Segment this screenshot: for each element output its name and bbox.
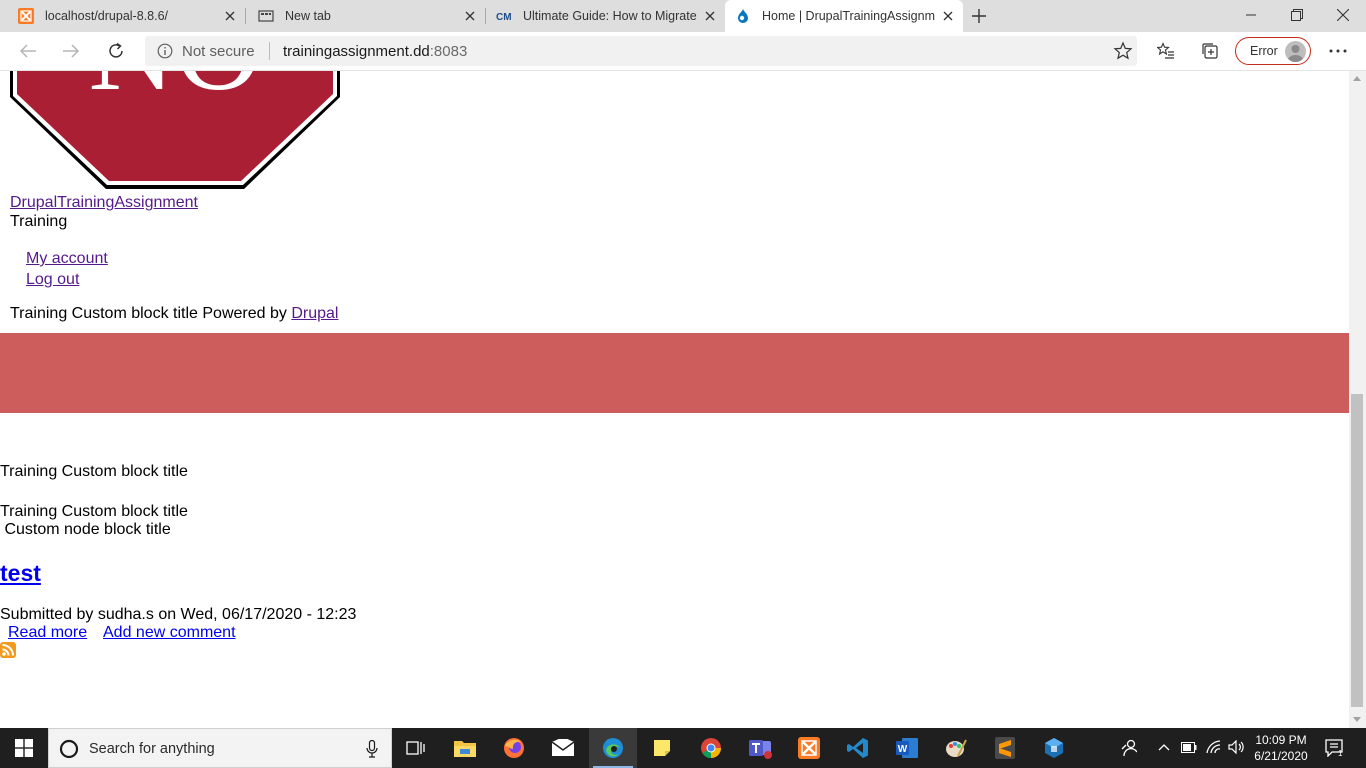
custom-block-title: Training Custom block title: [0, 503, 188, 520]
firefox-icon[interactable]: [490, 728, 538, 768]
wifi-icon[interactable]: [1206, 740, 1222, 754]
cm-icon: CM: [496, 12, 512, 23]
taskbar-search-box[interactable]: Search for anything: [48, 728, 392, 768]
teams-icon[interactable]: [736, 728, 784, 768]
profile-error-button[interactable]: Error: [1235, 37, 1311, 65]
mail-icon[interactable]: [539, 728, 587, 768]
virtualbox-icon[interactable]: [1030, 728, 1078, 768]
minimize-button[interactable]: [1228, 0, 1274, 30]
omnibox-separator: [269, 42, 270, 60]
task-view-icon[interactable]: [392, 728, 440, 768]
close-tab-icon[interactable]: [223, 9, 237, 23]
read-more-link[interactable]: Read more: [8, 624, 87, 642]
search-circle-icon: [59, 739, 79, 759]
people-icon[interactable]: [1121, 739, 1137, 757]
microphone-icon[interactable]: [366, 740, 378, 758]
site-logo[interactable]: NO: [10, 71, 340, 191]
page-scrollbar[interactable]: [1349, 71, 1366, 728]
svg-text:1: 1: [1338, 749, 1343, 757]
node-block-title: Custom node block title: [0, 521, 171, 538]
svg-text:W: W: [898, 744, 908, 755]
custom-block-title: Training Custom block title: [0, 463, 188, 480]
sublime-text-icon[interactable]: [981, 728, 1029, 768]
volume-icon[interactable]: [1228, 740, 1246, 754]
tab-label: Home | DrupalTrainingAssignme: [762, 9, 935, 23]
clock-date: 6/21/2020: [1254, 749, 1308, 763]
more-menu-icon[interactable]: [1323, 36, 1353, 66]
article-title-link[interactable]: test: [0, 560, 41, 587]
tab-label: localhost/drupal-8.8.6/: [45, 9, 168, 23]
chrome-icon[interactable]: [687, 728, 735, 768]
close-tab-icon[interactable]: [463, 9, 477, 23]
restore-button[interactable]: [1274, 0, 1320, 30]
forward-button[interactable]: [56, 36, 86, 66]
new-tab-page-icon: [258, 10, 274, 22]
file-explorer-icon[interactable]: [441, 728, 489, 768]
word-icon[interactable]: W: [883, 728, 931, 768]
add-comment-link[interactable]: Add new comment: [103, 624, 236, 642]
site-slogan: Training: [10, 213, 68, 230]
profile-status-label: Error: [1250, 44, 1278, 58]
tab-new-tab[interactable]: New tab: [240, 0, 485, 32]
clock-time: 10:09 PM: [1255, 733, 1307, 747]
xampp-icon[interactable]: [785, 728, 833, 768]
powered-by-line: Training Custom block title Powered by D…: [10, 305, 338, 323]
close-window-button[interactable]: [1320, 0, 1366, 30]
clock[interactable]: 10:09 PM 6/21/2020: [1249, 732, 1313, 764]
log-out-link[interactable]: Log out: [26, 271, 79, 289]
info-icon[interactable]: [157, 43, 173, 59]
my-account-link[interactable]: My account: [26, 250, 108, 268]
article-submitted: Submitted by sudha.s on Wed, 06/17/2020 …: [0, 606, 357, 623]
back-button[interactable]: [13, 36, 43, 66]
svg-text:CM: CM: [496, 12, 512, 23]
favorite-star-icon[interactable]: [1113, 41, 1133, 61]
url-text[interactable]: trainingassignment.dd:8083: [283, 43, 467, 60]
tab-label: New tab: [285, 9, 331, 23]
url-host: trainingassignment.dd: [283, 43, 430, 60]
vscode-icon[interactable]: [834, 728, 882, 768]
tab-label: Ultimate Guide: How to Migrate: [523, 9, 697, 23]
drupal-icon: [738, 9, 748, 23]
collections-icon[interactable]: [1195, 36, 1225, 66]
notification-icon[interactable]: 1: [1325, 739, 1343, 757]
featured-banner: [0, 333, 1349, 413]
windows-taskbar: Search for anything W 10:09 PM 6/21/2020…: [0, 728, 1366, 768]
address-bar[interactable]: Not secure trainingassignment.dd:8083: [145, 36, 1137, 66]
sticky-notes-icon[interactable]: [638, 728, 686, 768]
browser-tab-strip: localhost/drupal-8.8.6/ New tab CM Ultim…: [0, 0, 1366, 32]
search-placeholder: Search for anything: [89, 741, 215, 757]
tab-ultimate-guide[interactable]: CM Ultimate Guide: How to Migrate: [478, 0, 725, 32]
security-label[interactable]: Not secure: [182, 43, 255, 60]
scrollbar-thumb[interactable]: [1351, 394, 1363, 707]
refresh-button[interactable]: [101, 36, 131, 66]
tab-localhost-drupal[interactable]: localhost/drupal-8.8.6/: [0, 0, 245, 32]
powered-by-text: Training Custom block title Powered by: [10, 305, 292, 322]
edge-icon[interactable]: [589, 728, 637, 768]
web-page: NO DrupalTrainingAssignment Training My …: [0, 71, 1349, 728]
browser-toolbar: Not secure trainingassignment.dd:8083 Er…: [0, 32, 1366, 71]
start-button[interactable]: [0, 728, 48, 768]
url-port: :8083: [429, 43, 468, 60]
tab-home-drupal[interactable]: Home | DrupalTrainingAssignme: [725, 0, 963, 32]
rss-icon[interactable]: [0, 642, 16, 658]
battery-icon[interactable]: [1181, 742, 1197, 753]
paint-icon[interactable]: [932, 728, 980, 768]
scroll-down-arrow[interactable]: [1353, 717, 1361, 722]
logo-text: NO: [88, 71, 261, 115]
close-tab-icon[interactable]: [703, 9, 717, 23]
close-tab-icon[interactable]: [941, 9, 955, 23]
drupal-link[interactable]: Drupal: [291, 305, 338, 322]
chevron-up-icon[interactable]: [1158, 743, 1170, 751]
xampp-icon: [18, 8, 34, 24]
scroll-up-arrow[interactable]: [1353, 76, 1361, 81]
new-tab-button[interactable]: [969, 6, 989, 26]
windows-logo-icon: [15, 739, 33, 757]
avatar: [1285, 41, 1306, 62]
site-name-link[interactable]: DrupalTrainingAssignment: [10, 194, 198, 212]
favorites-icon[interactable]: [1151, 36, 1181, 66]
